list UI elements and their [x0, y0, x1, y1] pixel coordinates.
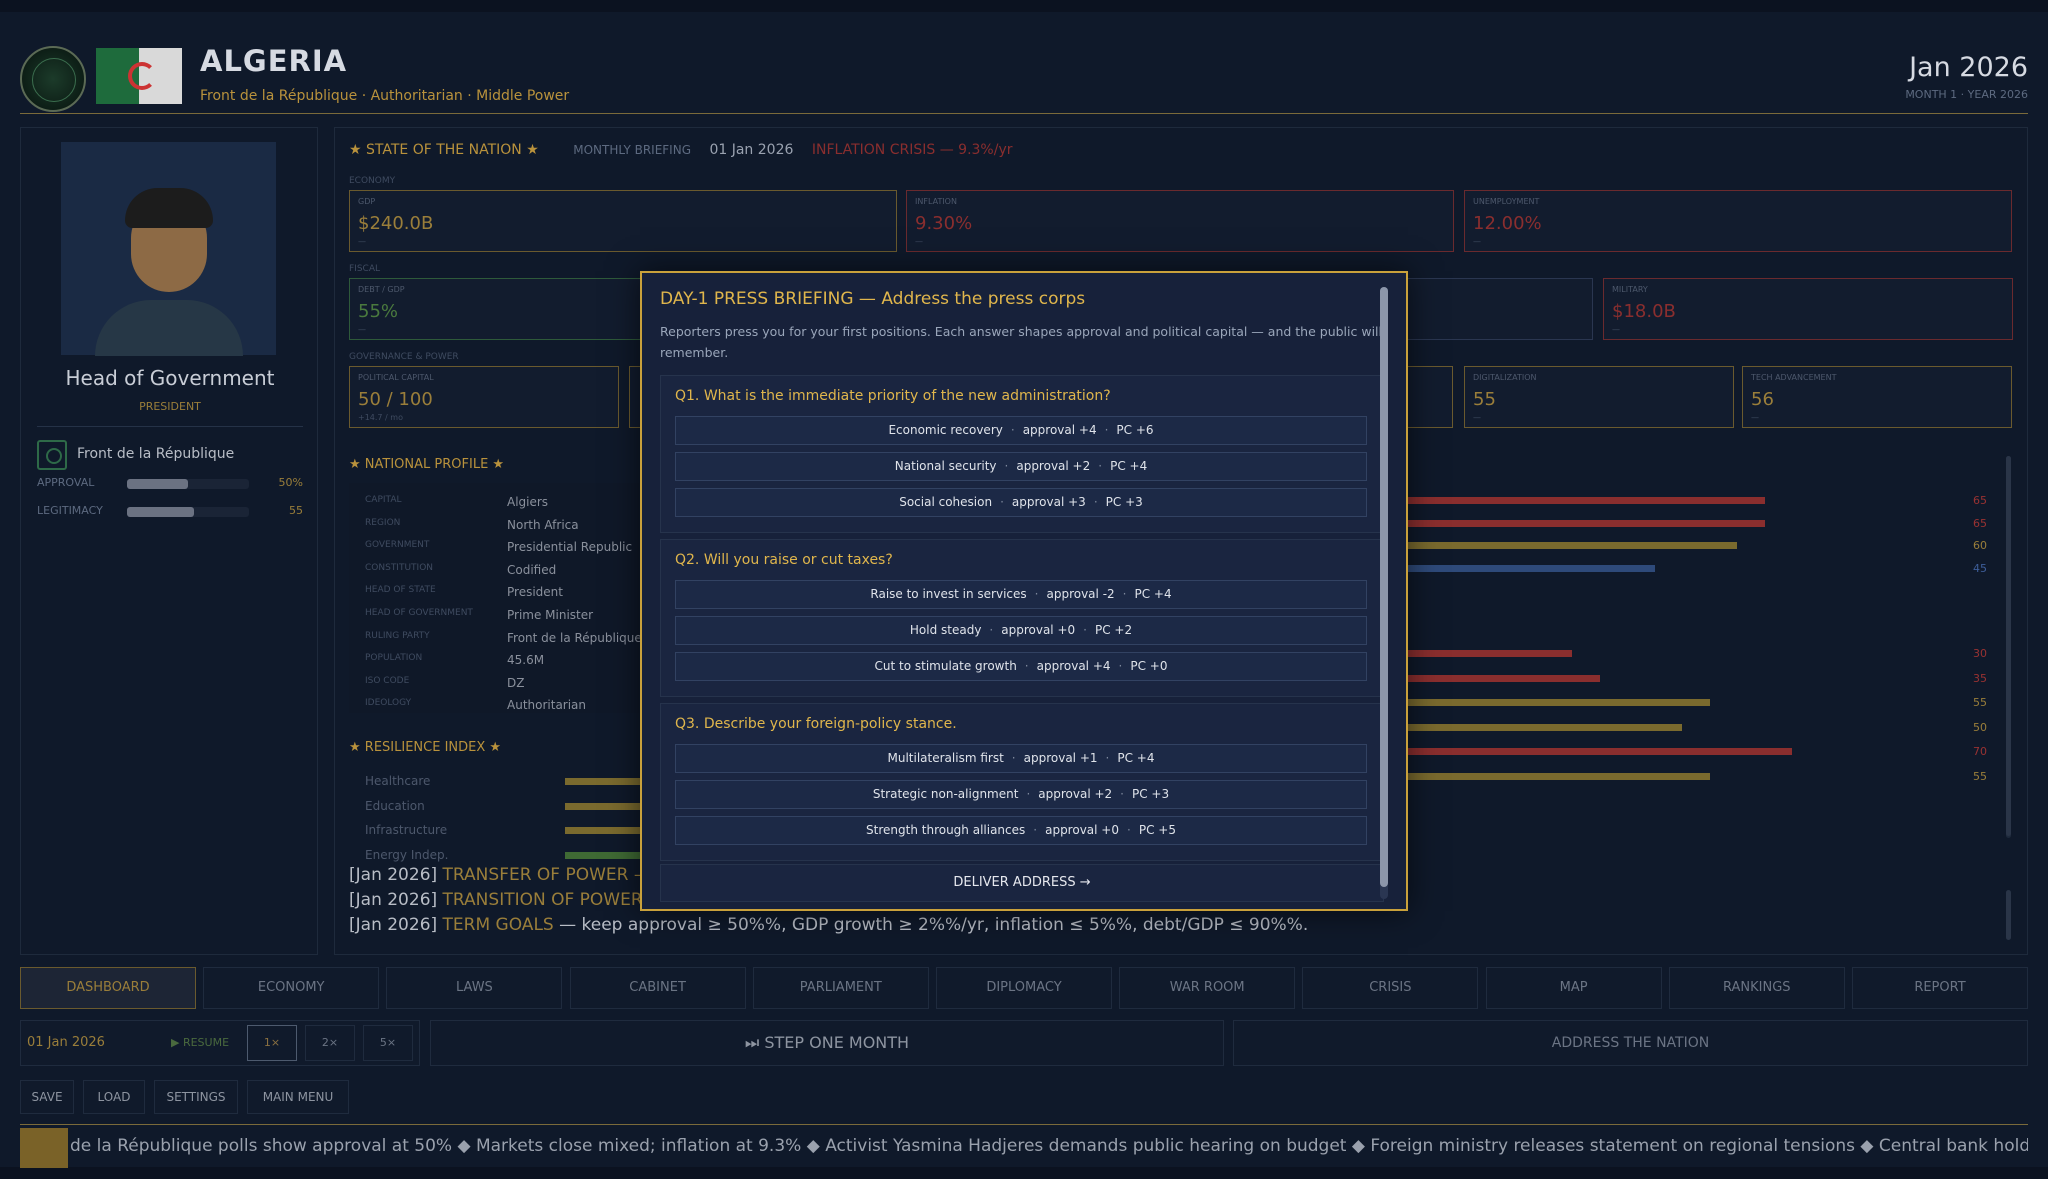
answer-option[interactable]: Strategic non-alignment · approval +2 · PC +… — [675, 780, 1367, 809]
question-text: Q1. What is the immediate priority of th… — [675, 388, 1111, 404]
option-approval: approval +2 — [1038, 787, 1113, 801]
option-pc: PC +5 — [1138, 823, 1176, 837]
option-label: Cut to stimulate growth — [874, 659, 1017, 673]
separator-dot: · — [1104, 423, 1109, 437]
option-approval: approval -2 — [1046, 587, 1115, 601]
option-pc: PC +3 — [1105, 495, 1143, 509]
option-approval: approval +0 — [1001, 623, 1076, 637]
separator-dot: · — [1105, 751, 1110, 765]
separator-dot: · — [1122, 587, 1127, 601]
deliver-address-button[interactable]: DELIVER ADDRESS → — [660, 864, 1384, 902]
option-label: Multilateralism first — [887, 751, 1004, 765]
option-pc: PC +4 — [1110, 459, 1148, 473]
separator-dot: · — [989, 623, 994, 637]
option-approval: approval +2 — [1016, 459, 1091, 473]
question-block: Q3. Describe your foreign-policy stance.… — [660, 703, 1384, 861]
option-label: Social cohesion — [899, 495, 993, 509]
option-approval: approval +1 — [1023, 751, 1098, 765]
separator-dot: · — [1034, 587, 1039, 601]
separator-dot: · — [1118, 659, 1123, 673]
separator-dot: · — [1000, 495, 1004, 509]
option-approval: approval +3 — [1011, 495, 1086, 509]
question-text: Q3. Describe your foreign-policy stance. — [675, 716, 957, 732]
answer-option[interactable]: Social cohesion · approval +3 · PC +3 — [675, 488, 1367, 517]
option-label: National security — [894, 459, 997, 473]
modal-description: Reporters press you for your first posit… — [660, 324, 1382, 360]
separator-dot: · — [1010, 423, 1015, 437]
option-pc: PC +2 — [1094, 623, 1133, 637]
answer-option[interactable]: Economic recovery · approval +4 · PC +6 — [675, 416, 1367, 445]
separator-dot: · — [1098, 459, 1103, 473]
separator-dot: · — [1011, 751, 1016, 765]
separator-dot: · — [1083, 623, 1087, 637]
option-pc: PC +0 — [1130, 659, 1168, 673]
press-briefing-modal: DAY-1 PRESS BRIEFING — Address the press… — [640, 271, 1408, 911]
option-pc: PC +4 — [1117, 751, 1155, 765]
question-block: Q1. What is the immediate priority of th… — [660, 375, 1384, 533]
option-label: Economic recovery — [888, 423, 1003, 437]
answer-option[interactable]: Raise to invest in services · approval -2 ·… — [675, 580, 1367, 609]
modal-scrollbar[interactable] — [1380, 287, 1388, 899]
separator-dot: · — [1093, 495, 1098, 509]
separator-dot: · — [1026, 787, 1031, 801]
question-text: Q2. Will you raise or cut taxes? — [675, 552, 893, 568]
answer-option[interactable]: Multilateralism first · approval +1 · PC +4 — [675, 744, 1367, 773]
question-block: Q2. Will you raise or cut taxes? Raise to… — [660, 539, 1384, 697]
option-pc: PC +6 — [1116, 423, 1154, 437]
separator-dot: · — [1120, 787, 1124, 801]
separator-dot: · — [1024, 659, 1029, 673]
option-approval: approval +0 — [1045, 823, 1119, 837]
answer-option[interactable]: National security · approval +2 · PC +4 — [675, 452, 1367, 481]
option-label: Strength through alliances — [866, 823, 1026, 837]
option-label: Strategic non-alignment — [872, 787, 1019, 801]
option-approval: approval +4 — [1036, 659, 1111, 673]
modal-title: DAY-1 PRESS BRIEFING — Address the press… — [660, 289, 1086, 309]
option-approval: approval +4 — [1022, 423, 1097, 437]
option-label: Hold steady — [909, 623, 982, 637]
separator-dot: · — [1127, 823, 1131, 837]
answer-option[interactable]: Cut to stimulate growth · approval +4 · PC +… — [675, 652, 1367, 681]
option-label: Raise to invest in services — [870, 587, 1027, 601]
option-pc: PC +4 — [1134, 587, 1172, 601]
separator-dot: · — [1004, 459, 1009, 473]
answer-option[interactable]: Strength through alliances · approval +0 · P… — [675, 816, 1367, 845]
option-pc: PC +3 — [1132, 787, 1170, 801]
answer-option[interactable]: Hold steady · approval +0 · PC +2 — [675, 616, 1367, 645]
separator-dot: · — [1033, 823, 1038, 837]
